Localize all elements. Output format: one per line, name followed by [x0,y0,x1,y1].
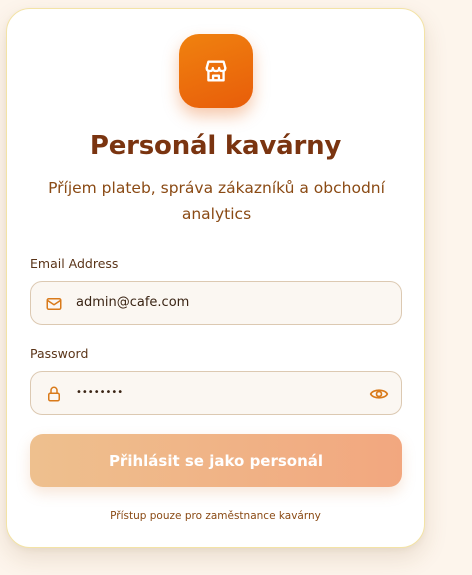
email-label: Email Address [30,256,119,271]
page-subtitle: Příjem plateb, správa zákazníků a obchod… [48,179,385,223]
mail-icon [46,298,62,310]
password-label: Password [30,346,89,361]
access-note: Přístup pouze pro zaměstnance kavárny [110,510,321,522]
lock-icon [48,386,60,402]
logo-badge [179,34,253,108]
login-card: Personál kavárny Příjem plateb, správa z… [6,8,425,548]
eye-icon[interactable] [369,384,389,404]
email-value[interactable]: admin@cafe.com [76,282,189,324]
page-title: Personál kavárny [89,131,342,161]
password-value[interactable]: •••••••• [76,372,123,414]
store-icon [205,60,227,82]
password-field[interactable]: •••••••• [30,371,402,415]
login-button[interactable]: Přihlásit se jako personál [30,434,402,487]
email-field[interactable]: admin@cafe.com [30,281,402,325]
